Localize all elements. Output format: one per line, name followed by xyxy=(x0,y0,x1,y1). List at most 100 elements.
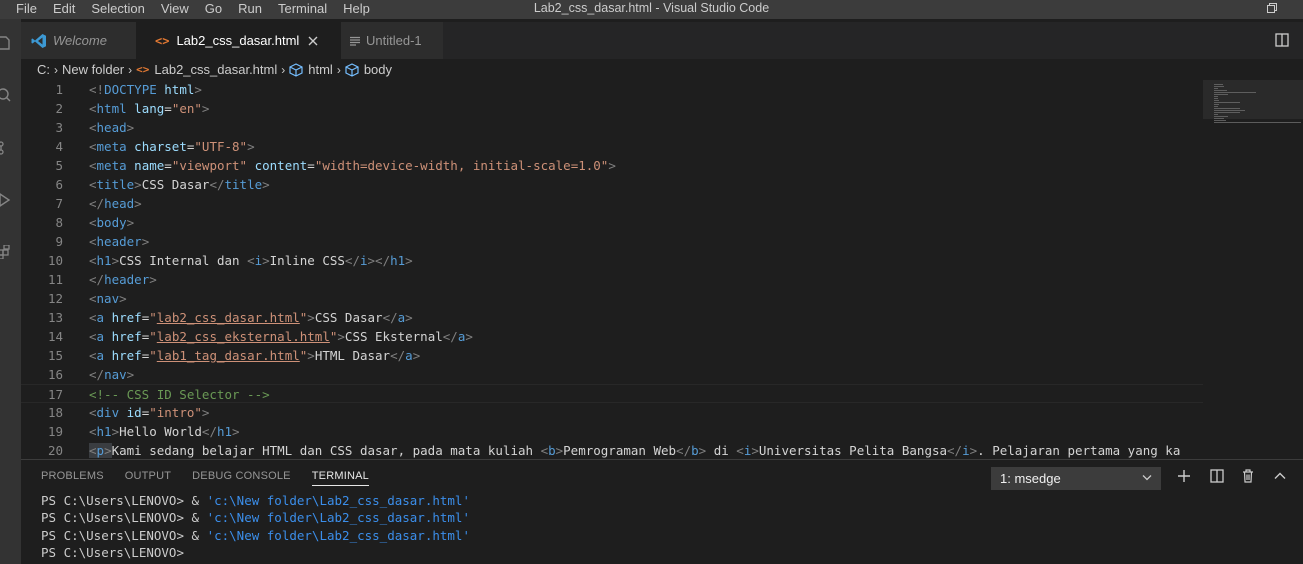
terminal-prompt: PS C:\Users\LENOVO> & xyxy=(41,510,207,526)
code-line[interactable]: 15 <a href="lab1_tag_dasar.html">HTML Das… xyxy=(21,346,1203,365)
code-token: Inline CSS xyxy=(269,253,345,268)
new-terminal-icon[interactable] xyxy=(1176,468,1192,484)
code-line[interactable]: 2 <html lang="en"> xyxy=(21,99,1203,118)
terminal-prompt: PS C:\Users\LENOVO> xyxy=(41,544,184,560)
menu-selection[interactable]: Selection xyxy=(83,0,152,19)
run-debug-icon[interactable] xyxy=(0,193,11,207)
code-line[interactable]: 13 <a href="lab2_css_dasar.html">CSS Dasa… xyxy=(21,308,1203,327)
terminal-select[interactable]: 1: msedge xyxy=(991,467,1161,490)
code-line[interactable]: 11 </header> xyxy=(21,270,1203,289)
terminal-path: 'c:\New folder\Lab2_css_dasar.html' xyxy=(206,493,470,508)
code-text: <head> xyxy=(89,118,134,137)
source-control-icon[interactable] xyxy=(0,141,11,155)
menu-run[interactable]: Run xyxy=(230,0,270,19)
code-line[interactable]: 12 <nav> xyxy=(21,289,1203,308)
line-number: 13 xyxy=(47,310,63,325)
code-token: > xyxy=(262,177,270,192)
code-token: </ xyxy=(89,367,105,382)
code-line[interactable]: 1 <!DOCTYPE html> xyxy=(21,80,1203,99)
code-token: > xyxy=(126,215,135,230)
code-editor[interactable]: 1 <!DOCTYPE html> 2 <html lang="en"> 3 <head>… xyxy=(21,80,1203,459)
code-token: a xyxy=(96,329,105,344)
code-line[interactable]: 17 <!-- CSS ID Selector --> xyxy=(21,384,1203,403)
code-text: <h1>Hello World</h1> xyxy=(89,422,240,441)
code-token: i xyxy=(359,253,368,268)
breadcrumb: C: › New folder › <> Lab2_css_dasar.html… xyxy=(21,59,1303,80)
code-token: </ xyxy=(89,272,105,287)
tab-lab2-css-dasar[interactable]: <> Lab2_css_dasar.html xyxy=(136,22,341,59)
code-text: <body> xyxy=(89,213,134,232)
breadcrumb-html[interactable]: html xyxy=(308,62,333,77)
menu-go[interactable]: Go xyxy=(197,0,230,19)
code-line[interactable]: 9 <header> xyxy=(21,232,1203,251)
menu-file[interactable]: File xyxy=(0,0,45,19)
minimap[interactable] xyxy=(1203,80,1303,459)
code-line[interactable]: 8 <body> xyxy=(21,213,1203,232)
code-token: < xyxy=(247,253,255,268)
terminal-line: PS C:\Users\LENOVO> & 'c:\New folder\Lab… xyxy=(41,527,470,544)
restore-window-icon[interactable] xyxy=(1267,3,1277,13)
code-text: <!-- CSS ID Selector --> xyxy=(89,385,270,404)
code-line[interactable]: 16 </nav> xyxy=(21,365,1203,384)
tab-terminal[interactable]: TERMINAL xyxy=(311,470,369,486)
code-token: html xyxy=(164,82,195,97)
code-token: p xyxy=(96,443,105,458)
code-token: name xyxy=(134,158,165,173)
code-line[interactable]: 5 <meta name="viewport" content="width=de… xyxy=(21,156,1203,175)
code-token: CSS Dasar xyxy=(141,177,210,192)
terminal-output[interactable]: PS C:\Users\LENOVO> & 'c:\New folder\Lab… xyxy=(41,492,470,561)
minimap-line xyxy=(1214,94,1229,95)
code-token: "en" xyxy=(171,101,202,116)
minimap-line xyxy=(1214,118,1224,119)
symbol-element-icon xyxy=(345,62,359,77)
code-token: > xyxy=(405,310,413,325)
split-editor-icon[interactable] xyxy=(1275,33,1289,47)
minimap-line xyxy=(1214,96,1219,97)
tab-untitled-1[interactable]: Untitled-1 xyxy=(341,22,443,59)
menu-help[interactable]: Help xyxy=(335,0,378,19)
menu-terminal[interactable]: Terminal xyxy=(270,0,335,19)
explorer-icon[interactable] xyxy=(0,36,11,50)
breadcrumb-file[interactable]: Lab2_css_dasar.html xyxy=(154,62,277,77)
minimap-line xyxy=(1214,86,1224,87)
code-line[interactable]: 7 </head> xyxy=(21,194,1203,213)
extensions-icon[interactable] xyxy=(0,245,11,259)
code-line[interactable]: 20 <p>Kami sedang belajar HTML dan CSS da… xyxy=(21,441,1203,459)
code-token: > xyxy=(149,272,157,287)
close-icon[interactable] xyxy=(308,36,318,46)
code-line[interactable]: 10 <h1>CSS Internal dan <i>Inline CSS</i>… xyxy=(21,251,1203,270)
breadcrumb-folder[interactable]: New folder xyxy=(62,62,124,77)
panel-tabs: PROBLEMS OUTPUT DEBUG CONSOLE TERMINAL xyxy=(41,470,390,486)
code-token: b xyxy=(548,443,556,458)
menu-edit[interactable]: Edit xyxy=(45,0,83,19)
trash-icon[interactable] xyxy=(1240,468,1256,484)
code-line[interactable]: 14 <a href="lab2_css_eksternal.html">CSS … xyxy=(21,327,1203,346)
code-token: html xyxy=(96,101,127,116)
code-line[interactable]: 18 <div id="intro"> xyxy=(21,403,1203,422)
menu-view[interactable]: View xyxy=(153,0,197,19)
code-text: </nav> xyxy=(89,365,134,384)
tab-output[interactable]: OUTPUT xyxy=(125,470,171,486)
line-number: 17 xyxy=(47,387,63,402)
tab-welcome[interactable]: Welcome xyxy=(21,22,136,59)
code-token: head xyxy=(96,120,127,135)
breadcrumb-drive[interactable]: C: xyxy=(37,62,50,77)
code-token: < xyxy=(89,348,97,363)
code-line[interactable]: 4 <meta charset="UTF-8"> xyxy=(21,137,1203,156)
search-icon[interactable] xyxy=(0,88,11,102)
chevron-up-icon[interactable] xyxy=(1272,468,1288,484)
code-line[interactable]: 3 <head> xyxy=(21,118,1203,137)
code-token: > xyxy=(307,310,315,325)
tab-debug-console[interactable]: DEBUG CONSOLE xyxy=(192,470,291,486)
code-line[interactable]: 19 <h1>Hello World</h1> xyxy=(21,422,1203,441)
split-terminal-icon[interactable] xyxy=(1209,468,1225,484)
code-token: "UTF-8" xyxy=(194,139,248,154)
tab-problems[interactable]: PROBLEMS xyxy=(41,470,104,486)
breadcrumb-body[interactable]: body xyxy=(364,62,392,77)
code-token: <!-- CSS ID Selector --> xyxy=(89,387,270,402)
terminal-select-value: 1: msedge xyxy=(1000,471,1061,486)
code-token: > xyxy=(608,158,616,173)
line-number: 7 xyxy=(55,196,63,211)
code-line[interactable]: 6 <title>CSS Dasar</title> xyxy=(21,175,1203,194)
